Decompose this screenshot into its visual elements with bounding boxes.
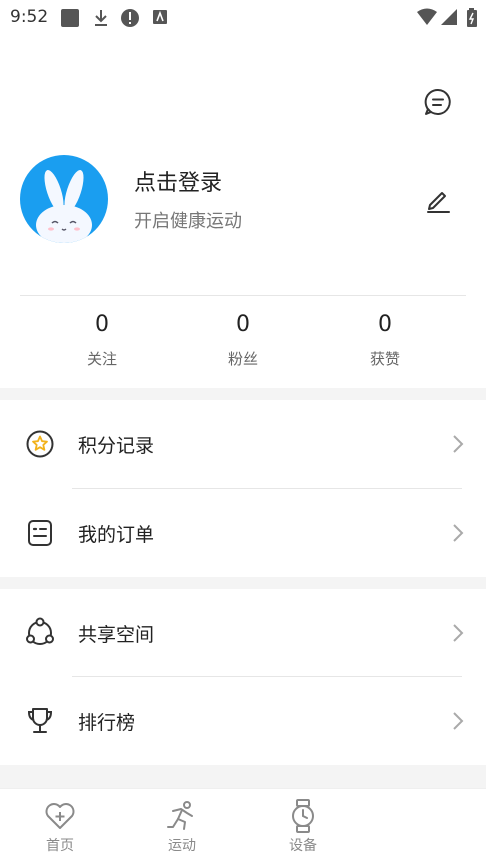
- menu-label: 排行榜: [78, 712, 136, 734]
- stat-label: 关注: [86, 350, 117, 368]
- status-bar: 9:52: [0, 0, 486, 34]
- chevron-right-icon: [452, 522, 464, 548]
- watch-icon: [258, 799, 348, 833]
- edit-profile-button[interactable]: [420, 181, 456, 217]
- stat-label: 获赞: [369, 350, 400, 368]
- stat-label: 粉丝: [227, 350, 258, 368]
- tab-label: 运动: [168, 838, 196, 854]
- tab-device[interactable]: 设备: [258, 799, 348, 855]
- signal-icon: [440, 8, 458, 30]
- menu-label: 我的订单: [78, 524, 155, 546]
- download-icon: [92, 8, 110, 32]
- edit-icon: [427, 192, 450, 213]
- divider: [20, 295, 466, 296]
- status-time: 9:52: [10, 7, 49, 27]
- stat-followers[interactable]: 0 粉丝: [193, 312, 293, 369]
- stat-likes[interactable]: 0 获赞: [335, 312, 435, 369]
- menu-item-orders[interactable]: 我的订单: [0, 489, 486, 577]
- menu-item-leaderboard[interactable]: 排行榜: [0, 677, 486, 765]
- tab-label: 首页: [46, 838, 74, 854]
- rabbit-avatar-icon: [36, 169, 92, 243]
- trophy-icon: [24, 705, 56, 737]
- chevron-right-icon: [452, 622, 464, 648]
- bottom-tab-bar: 首页 运动 设备: [0, 788, 486, 865]
- section-gap: [0, 765, 486, 788]
- avatar[interactable]: [20, 155, 108, 243]
- stat-value: 0: [378, 312, 392, 337]
- message-icon: [424, 88, 451, 115]
- app-notification-icon: [60, 8, 80, 32]
- tab-label: 设备: [289, 838, 317, 854]
- chevron-right-icon: [452, 433, 464, 459]
- menu-label: 积分记录: [78, 435, 155, 457]
- running-icon: [137, 799, 227, 833]
- profile-tagline: 开启健康运动: [134, 211, 242, 232]
- wifi-icon: [416, 8, 438, 30]
- order-icon: [24, 517, 56, 549]
- stat-value: 0: [95, 312, 109, 337]
- menu-label: 共享空间: [78, 624, 155, 646]
- tab-home[interactable]: 首页: [15, 799, 105, 855]
- stat-value: 0: [236, 312, 250, 337]
- chevron-right-icon: [452, 710, 464, 736]
- tab-sport[interactable]: 运动: [137, 799, 227, 855]
- section-gap: [0, 388, 486, 400]
- battery-icon: [466, 8, 478, 32]
- message-button[interactable]: [420, 84, 456, 120]
- stat-following[interactable]: 0 关注: [52, 312, 152, 369]
- menu-item-points[interactable]: 积分记录: [0, 400, 486, 488]
- heart-plus-icon: [15, 799, 105, 833]
- star-badge-icon: [24, 428, 56, 460]
- login-prompt[interactable]: 点击登录: [134, 165, 222, 197]
- alert-icon: [120, 8, 140, 32]
- menu-item-shared-space[interactable]: 共享空间: [0, 589, 486, 677]
- font-icon: [152, 8, 168, 30]
- section-gap: [0, 577, 486, 589]
- share-icon: [24, 617, 56, 649]
